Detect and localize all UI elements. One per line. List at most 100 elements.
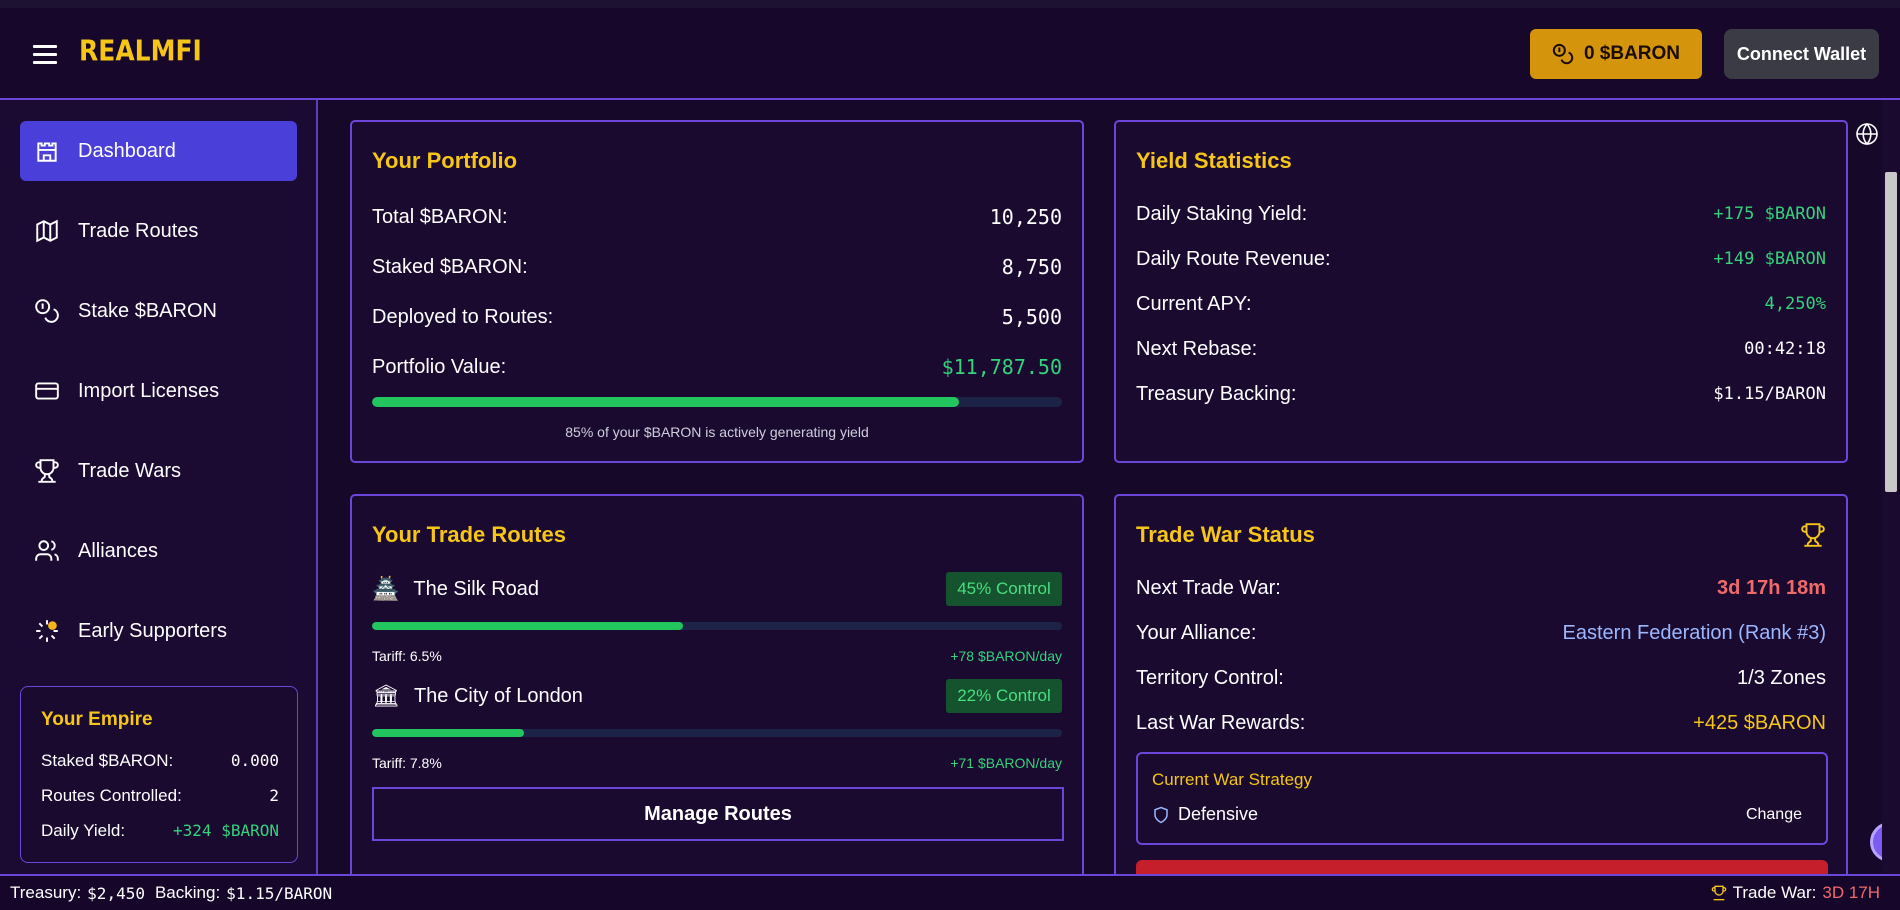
empire-row: Routes Controlled: 2 — [41, 778, 279, 813]
portfolio-row: Staked $BARON: 8,750 — [372, 252, 1062, 282]
change-strategy-button[interactable]: Change — [1746, 806, 1802, 824]
route-progress-bar — [372, 622, 1062, 630]
trophy-icon — [1801, 523, 1825, 547]
logo[interactable]: REALMFI — [79, 34, 202, 67]
route-progress-fill — [372, 622, 683, 630]
yield-label: Next Rebase: — [1136, 337, 1258, 360]
trade-war-card: Trade War Status Next Trade War: 3d 17h … — [1114, 494, 1848, 894]
war-label: Territory Control: — [1136, 666, 1284, 689]
sidebar-item-label: Stake $BARON — [78, 299, 217, 322]
coins-icon — [35, 299, 59, 323]
war-value: 1/3 Zones — [1737, 666, 1826, 689]
route-city-of-london[interactable]: 🏛 The City of London — [372, 681, 583, 711]
yield-value: $1.15/BARON — [1713, 384, 1826, 404]
scrollbar-thumb[interactable] — [1885, 172, 1897, 492]
empire-title: Your Empire — [41, 709, 153, 730]
empire-value: 0.000 — [230, 751, 279, 770]
status-bar: Treasury: $2,450 Backing: $1.15/BARON Tr… — [0, 874, 1900, 910]
route-progress-bar — [372, 729, 1062, 737]
yield-label: Current APY: — [1136, 292, 1252, 315]
shield-icon — [1154, 806, 1168, 823]
yield-value: 00:42:18 — [1744, 339, 1826, 359]
route-tariff: Tariff: 6.5% — [372, 648, 442, 664]
sidebar-item-import-licenses[interactable]: Import Licenses — [20, 361, 297, 421]
yield-value: 4,250% — [1764, 294, 1826, 314]
yield-row: Next Rebase: 00:42:18 — [1136, 334, 1826, 364]
war-row: Next Trade War: 3d 17h 18m — [1136, 573, 1826, 603]
war-countdown-label: Trade War: — [1732, 883, 1817, 902]
control-badge: 45% Control — [946, 572, 1062, 606]
trophy-icon — [1711, 885, 1726, 901]
treasury-value: $2,450 — [87, 883, 145, 903]
trade-routes-card: Your Trade Routes 🏯 The Silk Road 45% Co… — [350, 494, 1084, 894]
portfolio-caption: 85% of your $BARON is actively generatin… — [565, 424, 869, 440]
pagoda-icon: 🏯 — [372, 576, 400, 601]
sidebar-item-stake[interactable]: Stake $BARON — [20, 281, 297, 341]
top-strip — [0, 0, 1900, 8]
baron-balance-button[interactable]: 0 $BARON — [1530, 29, 1702, 79]
menu-icon[interactable] — [33, 45, 57, 65]
portfolio-row: Total $BARON: 10,250 — [372, 202, 1062, 232]
empire-label: Routes Controlled: — [41, 785, 182, 805]
war-label: Last War Rewards: — [1136, 711, 1306, 734]
strategy-current: Defensive — [1152, 804, 1258, 825]
sidebar: Dashboard Trade Routes Stake $BARON Impo… — [0, 100, 318, 874]
empire-label: Staked $BARON: — [41, 750, 174, 770]
yield-label: Daily Staking Yield: — [1136, 202, 1308, 225]
portfolio-progress-fill — [372, 397, 959, 407]
portfolio-label: Staked $BARON: — [372, 255, 528, 278]
war-row: Your Alliance: Eastern Federation (Rank … — [1136, 618, 1826, 648]
war-title: Trade War Status — [1136, 522, 1315, 547]
war-value: 3d 17h 18m — [1717, 576, 1826, 599]
map-icon — [36, 219, 58, 243]
empire-row: Daily Yield: +324 $BARON — [41, 813, 279, 848]
sidebar-item-trade-wars[interactable]: Trade Wars — [20, 441, 297, 501]
route-silk-road[interactable]: 🏯 The Silk Road — [372, 574, 539, 604]
portfolio-row: Deployed to Routes: 5,500 — [372, 302, 1062, 332]
route-meta: Tariff: 6.5% +78 $BARON/day — [372, 648, 1062, 664]
portfolio-progress-bar — [372, 397, 1062, 407]
coins-icon — [1552, 43, 1574, 65]
sidebar-item-label: Import Licenses — [78, 379, 220, 402]
sidebar-item-early-supporters[interactable]: Early Supporters — [20, 601, 297, 661]
portfolio-label: Deployed to Routes: — [372, 305, 554, 328]
sidebar-item-alliances[interactable]: Alliances — [20, 521, 297, 581]
yield-label: Treasury Backing: — [1136, 382, 1297, 405]
war-value: +425 $BARON — [1693, 711, 1826, 734]
portfolio-label: Portfolio Value: — [372, 355, 507, 378]
portfolio-title: Your Portfolio — [372, 148, 518, 173]
routes-title: Your Trade Routes — [372, 522, 566, 547]
sidebar-item-label: Trade Routes — [78, 219, 199, 242]
route-tariff: Tariff: 7.8% — [372, 755, 442, 771]
castle-icon — [37, 142, 57, 162]
connect-wallet-button[interactable]: Connect Wallet — [1724, 29, 1879, 79]
scrollbar[interactable] — [1882, 100, 1900, 874]
credit-card-icon — [35, 382, 59, 400]
control-badge: 22% Control — [946, 679, 1062, 713]
portfolio-value: 5,500 — [1001, 305, 1062, 329]
war-row: Territory Control: 1/3 Zones — [1136, 663, 1826, 693]
yield-label: Daily Route Revenue: — [1136, 247, 1331, 270]
war-countdown-value: 3D 17H — [1822, 883, 1880, 902]
war-label: Your Alliance: — [1136, 621, 1257, 644]
portfolio-card: Your Portfolio Total $BARON: 10,250 Stak… — [350, 120, 1084, 463]
empire-row: Staked $BARON: 0.000 — [41, 743, 279, 778]
yield-value: +175 $BARON — [1713, 204, 1826, 224]
manage-routes-button[interactable]: Manage Routes — [372, 787, 1064, 841]
yield-card: Yield Statistics Daily Staking Yield: +1… — [1114, 120, 1848, 463]
empire-label: Daily Yield: — [41, 820, 126, 840]
route-name: The City of London — [413, 684, 583, 707]
treasury-label: Treasury: — [10, 883, 82, 902]
portfolio-value: 10,250 — [989, 205, 1062, 229]
sidebar-item-label: Trade Wars — [78, 459, 181, 482]
route-name: The Silk Road — [413, 577, 540, 600]
globe-icon[interactable] — [1855, 122, 1879, 146]
yield-row: Treasury Backing: $1.15/BARON — [1136, 379, 1826, 409]
sidebar-item-dashboard[interactable]: Dashboard — [20, 121, 297, 181]
portfolio-label: Total $BARON: — [372, 205, 508, 228]
war-countdown: Trade War: 3D 17H — [1711, 883, 1880, 903]
sidebar-item-trade-routes[interactable]: Trade Routes — [20, 201, 297, 261]
yield-row: Daily Staking Yield: +175 $BARON — [1136, 199, 1826, 229]
war-row: Last War Rewards: +425 $BARON — [1136, 708, 1826, 738]
sparkle-icon — [36, 620, 58, 642]
